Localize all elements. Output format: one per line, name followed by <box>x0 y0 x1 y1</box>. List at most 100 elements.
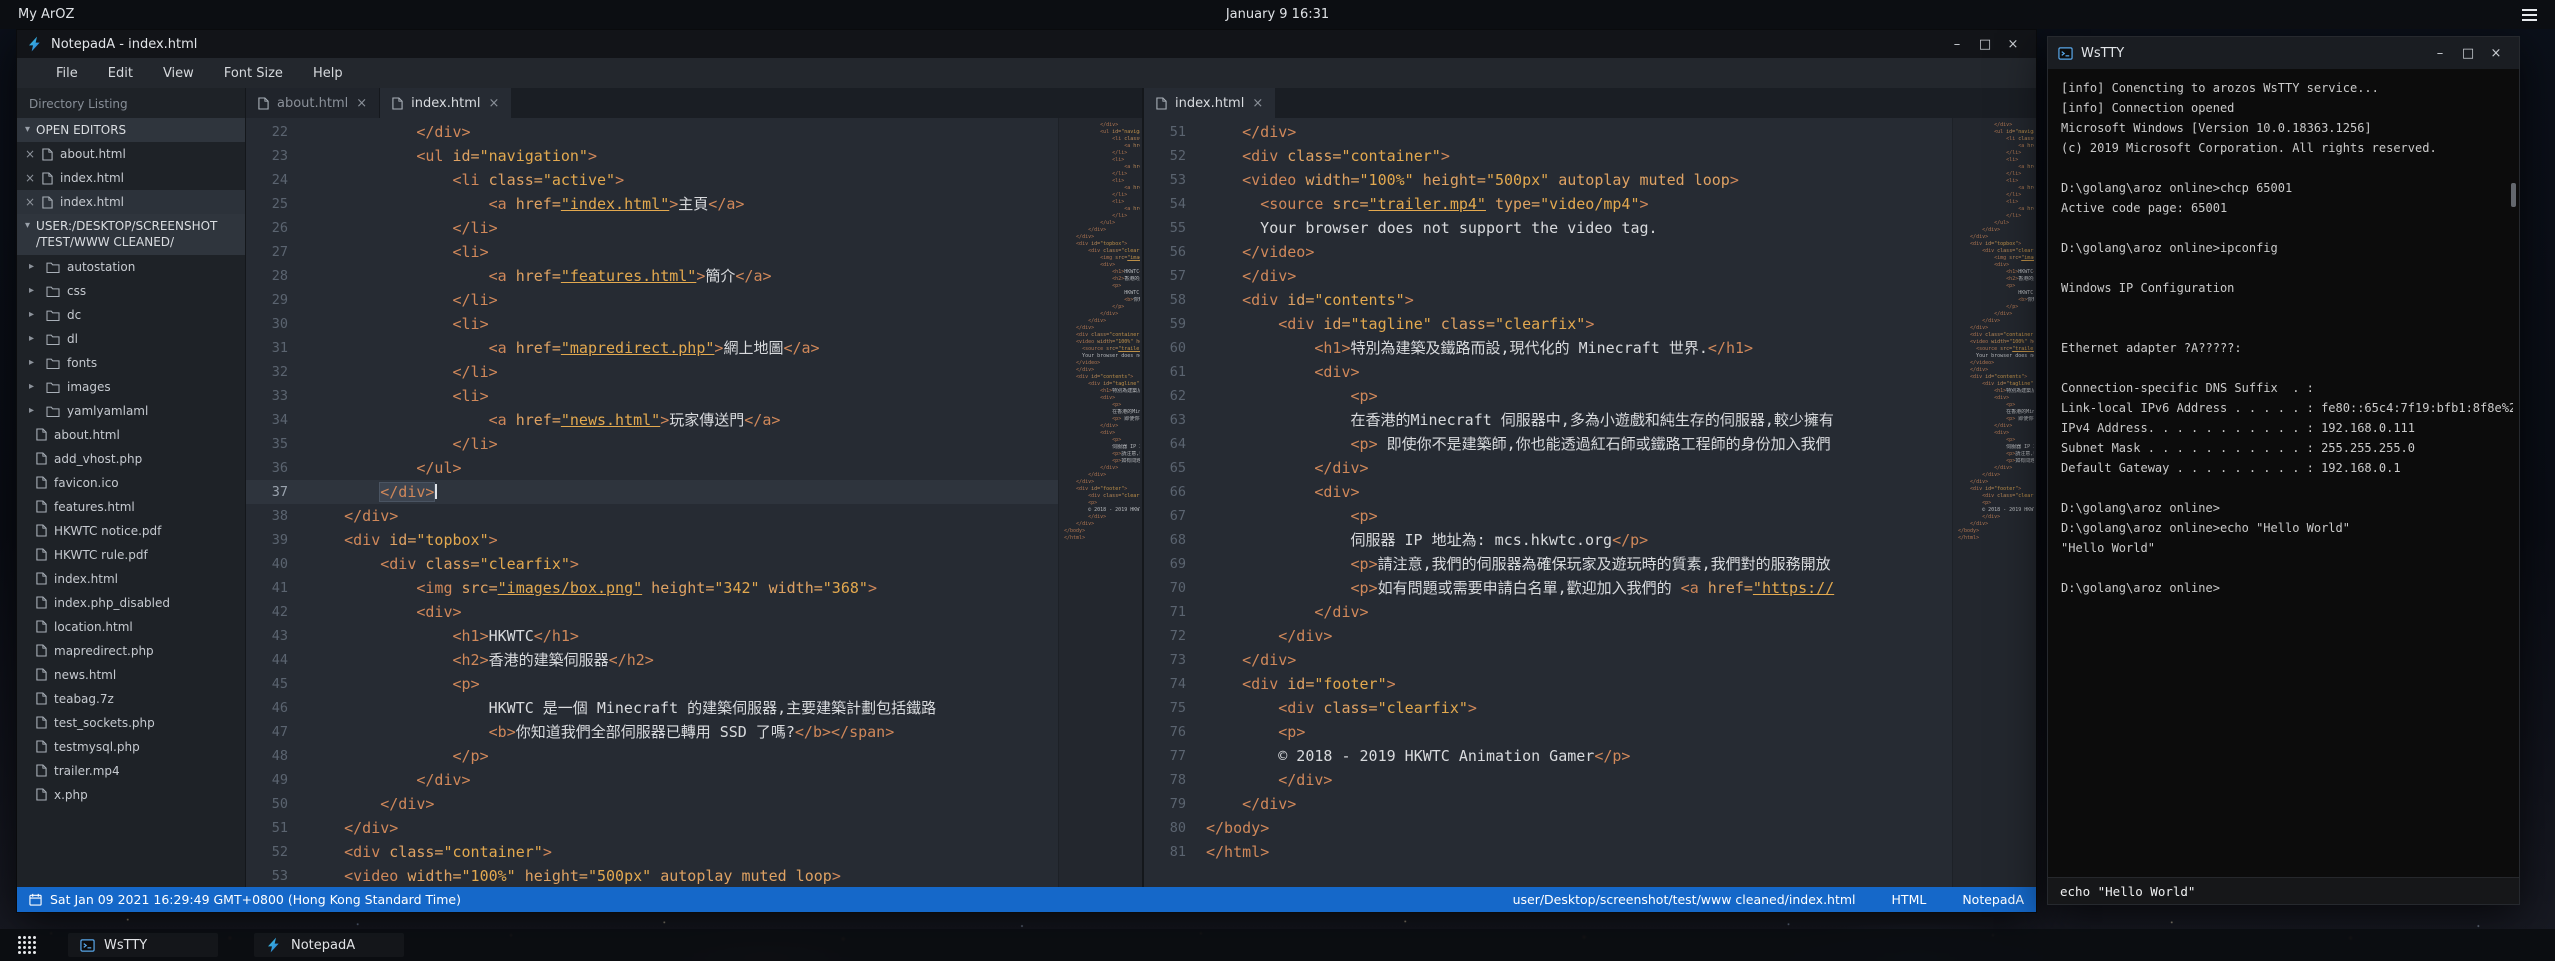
line-number[interactable]: 57 <box>1144 264 1206 288</box>
editor-tab[interactable]: index.html× <box>380 88 511 118</box>
line-number[interactable]: 72 <box>1144 624 1206 648</box>
line-number[interactable]: 32 <box>246 360 308 384</box>
line-number[interactable]: 78 <box>1144 768 1206 792</box>
code-line[interactable]: 59 <div id="tagline" class="clearfix"> <box>1144 312 1952 336</box>
line-number[interactable]: 31 <box>246 336 308 360</box>
line-number[interactable]: 36 <box>246 456 308 480</box>
code-line[interactable]: 46 HKWTC 是一個 Minecraft 的建築伺服器,主要建築計劃包括鐵路 <box>246 696 1058 720</box>
line-number[interactable]: 76 <box>1144 720 1206 744</box>
line-number[interactable]: 35 <box>246 432 308 456</box>
line-number[interactable]: 38 <box>246 504 308 528</box>
code-line[interactable]: 37 </div> <box>246 480 1058 504</box>
tree-folder[interactable]: ▸images <box>17 375 245 399</box>
terminal-input[interactable]: echo "Hello World" <box>2048 877 2519 904</box>
line-number[interactable]: 46 <box>246 696 308 720</box>
tree-folder[interactable]: ▸dc <box>17 303 245 327</box>
line-number[interactable]: 37 <box>246 480 308 504</box>
line-number[interactable]: 52 <box>1144 144 1206 168</box>
tree-file[interactable]: trailer.mp4 <box>17 759 245 783</box>
line-number[interactable]: 23 <box>246 144 308 168</box>
tree-folder[interactable]: ▸autostation <box>17 255 245 279</box>
tree-file[interactable]: test_sockets.php <box>17 711 245 735</box>
code-line[interactable]: 25 <a href="index.html">主頁</a> <box>246 192 1058 216</box>
code-line[interactable]: 29 </li> <box>246 288 1058 312</box>
minimize-icon[interactable]: – <box>2427 46 2453 61</box>
open-editor-item[interactable]: ×index.html <box>17 190 245 214</box>
line-number[interactable]: 75 <box>1144 696 1206 720</box>
tree-file[interactable]: index.php_disabled <box>17 591 245 615</box>
line-number[interactable]: 51 <box>1144 120 1206 144</box>
editor-tab[interactable]: index.html× <box>1144 88 1275 118</box>
code-line[interactable]: 65 </div> <box>1144 456 1952 480</box>
code-line[interactable]: 32 </li> <box>246 360 1058 384</box>
line-number[interactable]: 54 <box>1144 192 1206 216</box>
code-line[interactable]: 75 <div class="clearfix"> <box>1144 696 1952 720</box>
open-editor-item[interactable]: ×index.html <box>17 166 245 190</box>
code-line[interactable]: 49 </div> <box>246 768 1058 792</box>
code-line[interactable]: 77 © 2018 - 2019 HKWTC Animation Gamer</… <box>1144 744 1952 768</box>
close-icon[interactable]: × <box>25 195 35 209</box>
code-line[interactable]: 38 </div> <box>246 504 1058 528</box>
line-number[interactable]: 66 <box>1144 480 1206 504</box>
code-line[interactable]: 34 <a href="news.html">玩家傳送門</a> <box>246 408 1058 432</box>
line-number[interactable]: 64 <box>1144 432 1206 456</box>
line-number[interactable]: 71 <box>1144 600 1206 624</box>
code-line[interactable]: 44 <h2>香港的建築伺服器</h2> <box>246 648 1058 672</box>
tree-file[interactable]: favicon.ico <box>17 471 245 495</box>
tree-file[interactable]: index.html <box>17 567 245 591</box>
code-line[interactable]: 33 <li> <box>246 384 1058 408</box>
code-line[interactable]: 47 <b>你知道我們全部伺服器已轉用 SSD 了嗎?</b></span> <box>246 720 1058 744</box>
close-icon[interactable]: × <box>25 147 35 161</box>
line-number[interactable]: 67 <box>1144 504 1206 528</box>
line-number[interactable]: 49 <box>246 768 308 792</box>
code-line[interactable]: 35 </li> <box>246 432 1058 456</box>
tree-file[interactable]: HKWTC notice.pdf <box>17 519 245 543</box>
code-line[interactable]: 27 <li> <box>246 240 1058 264</box>
line-number[interactable]: 48 <box>246 744 308 768</box>
code-line[interactable]: 51 </div> <box>246 816 1058 840</box>
tree-file[interactable]: mapredirect.php <box>17 639 245 663</box>
code-line[interactable]: 57 </div> <box>1144 264 1952 288</box>
line-number[interactable]: 39 <box>246 528 308 552</box>
line-number[interactable]: 65 <box>1144 456 1206 480</box>
code-line[interactable]: 31 <a href="mapredirect.php">網上地圖</a> <box>246 336 1058 360</box>
menu-font-size[interactable]: Font Size <box>209 62 298 85</box>
code-line[interactable]: 72 </div> <box>1144 624 1952 648</box>
line-number[interactable]: 53 <box>1144 168 1206 192</box>
code-line[interactable]: 58 <div id="contents"> <box>1144 288 1952 312</box>
tree-file[interactable]: add_vhost.php <box>17 447 245 471</box>
line-number[interactable]: 58 <box>1144 288 1206 312</box>
code-line[interactable]: 23 <ul id="navigation"> <box>246 144 1058 168</box>
code-line[interactable]: 22 </div> <box>246 120 1058 144</box>
code-line[interactable]: 70 <p>如有問題或需要申請白名單,歡迎加入我們的 <a href="http… <box>1144 576 1952 600</box>
code-line[interactable]: 67 <p> <box>1144 504 1952 528</box>
close-icon[interactable]: × <box>1252 96 1263 111</box>
close-icon[interactable]: × <box>2000 37 2026 52</box>
code-line[interactable]: 51 </div> <box>1144 120 1952 144</box>
code-line[interactable]: 43 <h1>HKWTC</h1> <box>246 624 1058 648</box>
line-number[interactable]: 77 <box>1144 744 1206 768</box>
statusbar-language[interactable]: HTML <box>1892 892 1927 907</box>
line-number[interactable]: 26 <box>246 216 308 240</box>
open-editors-header[interactable]: ▾ OPEN EDITORS <box>17 118 245 142</box>
open-editor-item[interactable]: ×about.html <box>17 142 245 166</box>
workspace-header[interactable]: ▾ USER:/DESKTOP/SCREENSHOT /TEST/WWW CLE… <box>17 214 245 254</box>
line-number[interactable]: 28 <box>246 264 308 288</box>
code-area-right[interactable]: 51 </div>52 <div class="container">53 <v… <box>1144 118 2036 887</box>
line-number[interactable]: 22 <box>246 120 308 144</box>
line-number[interactable]: 74 <box>1144 672 1206 696</box>
code-line[interactable]: 48 </p> <box>246 744 1058 768</box>
code-line[interactable]: 52 <div class="container"> <box>1144 144 1952 168</box>
line-number[interactable]: 60 <box>1144 336 1206 360</box>
code-line[interactable]: 64 <p> 即使你不是建築師,你也能透過紅石師或鐵路工程師的身份加入我們 <box>1144 432 1952 456</box>
code-line[interactable]: 36 </ul> <box>246 456 1058 480</box>
app-launcher-icon[interactable] <box>18 936 36 954</box>
code-line[interactable]: 53 <video width="100%" height="500px" au… <box>1144 168 1952 192</box>
tree-file[interactable]: news.html <box>17 663 245 687</box>
code-line[interactable]: 55 Your browser does not support the vid… <box>1144 216 1952 240</box>
code-line[interactable]: 42 <div> <box>246 600 1058 624</box>
code-line[interactable]: 24 <li class="active"> <box>246 168 1058 192</box>
line-number[interactable]: 33 <box>246 384 308 408</box>
line-number[interactable]: 81 <box>1144 840 1206 864</box>
line-number[interactable]: 52 <box>246 840 308 864</box>
